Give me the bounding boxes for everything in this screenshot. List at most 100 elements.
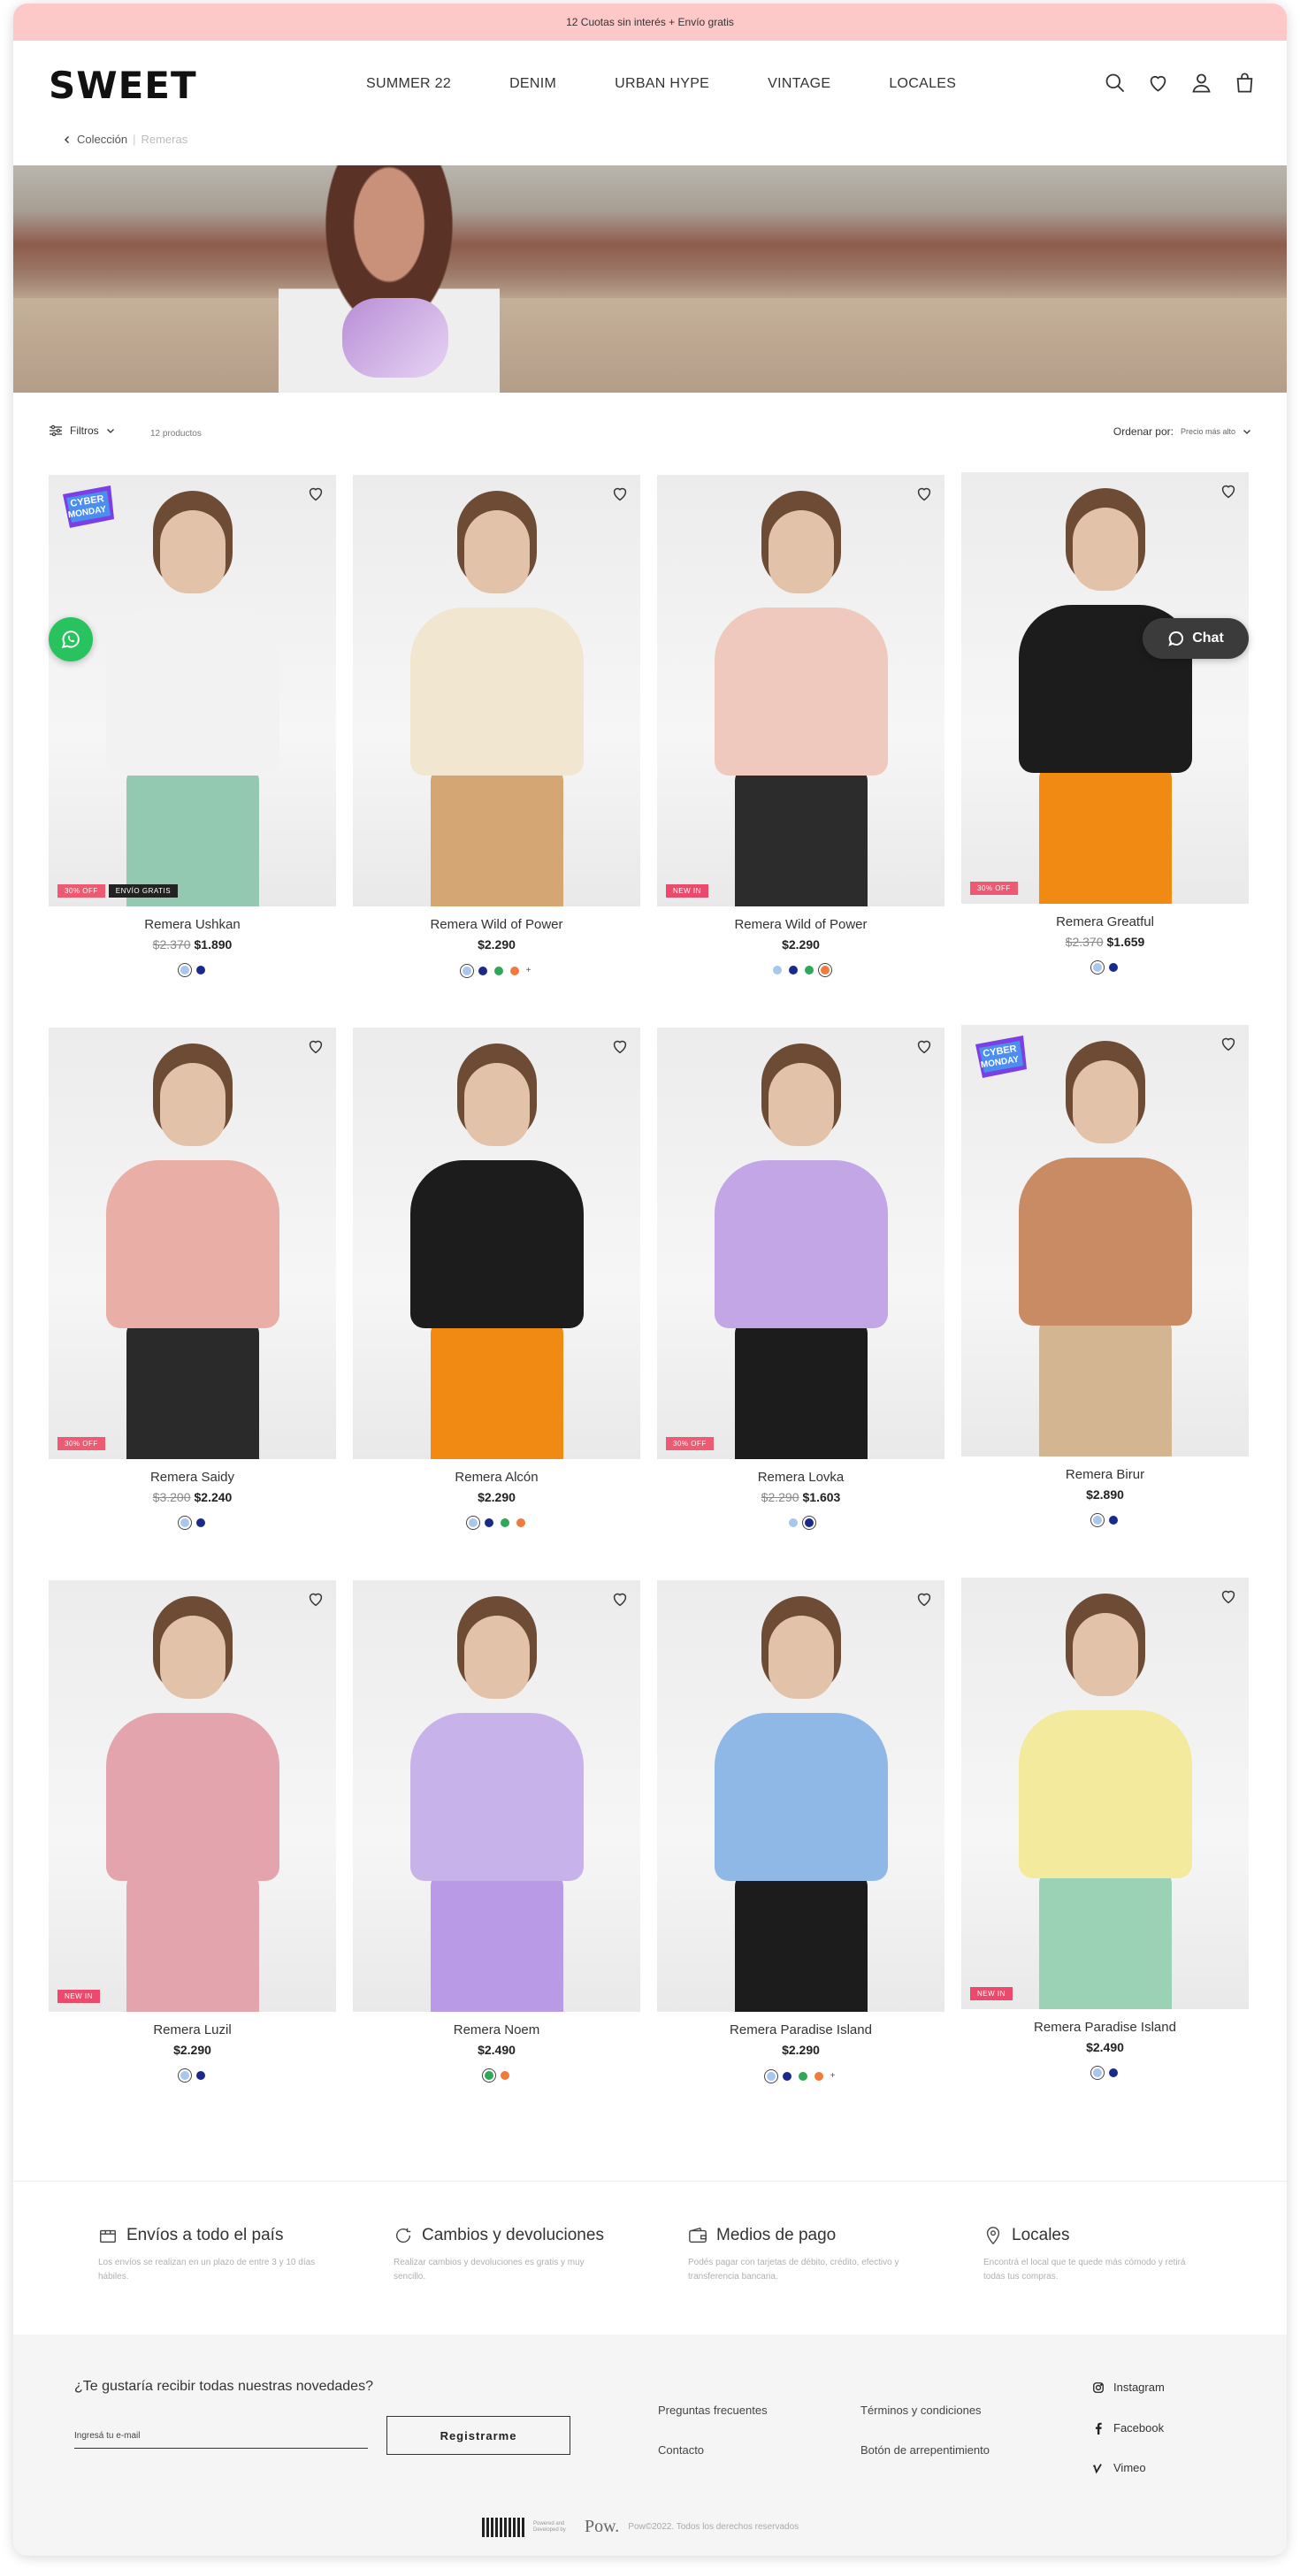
nav-urban-hype[interactable]: URBAN HYPE <box>615 76 709 92</box>
color-swatch[interactable] <box>1092 2068 1102 2077</box>
color-swatch[interactable] <box>462 966 471 975</box>
product-name[interactable]: Remera Greatful <box>961 914 1249 929</box>
chat-button[interactable]: Chat <box>1143 618 1249 659</box>
product-name[interactable]: Remera Ushkan <box>49 917 336 932</box>
product-card[interactable]: Remera Paradise Island $2.290 + <box>657 1580 944 2081</box>
product-image[interactable] <box>353 475 640 906</box>
product-card[interactable]: NEW IN Remera Luzil $2.290 <box>49 1580 336 2080</box>
color-swatch[interactable] <box>1108 963 1118 972</box>
newsletter-register-button[interactable]: Registrarme <box>386 2416 570 2455</box>
wishlist-heart-icon[interactable] <box>914 1036 934 1056</box>
color-swatch[interactable] <box>1108 2068 1118 2077</box>
product-image[interactable]: 30% OFF <box>961 472 1249 904</box>
wishlist-heart-icon[interactable] <box>306 484 325 503</box>
color-swatch[interactable] <box>484 1518 493 1527</box>
wishlist-heart-icon[interactable] <box>914 484 934 503</box>
color-swatch[interactable] <box>468 1518 478 1527</box>
color-swatch[interactable] <box>814 2071 823 2081</box>
nav-denim[interactable]: DENIM <box>509 76 556 92</box>
color-swatch[interactable] <box>478 966 487 975</box>
color-swatch[interactable] <box>500 1518 509 1527</box>
product-name[interactable]: Remera Noem <box>353 2022 640 2037</box>
product-card[interactable]: Remera Alcón $2.290 <box>353 1028 640 1527</box>
more-colors[interactable]: + <box>526 966 531 975</box>
product-card[interactable]: NEW IN Remera Paradise Island $2.490 <box>961 1578 1249 2077</box>
footer-link-terms[interactable]: Términos y condiciones <box>860 2404 982 2417</box>
chevron-left-icon[interactable] <box>63 135 72 144</box>
brand-logo[interactable]: SWEET <box>49 64 197 107</box>
product-name[interactable]: Remera Wild of Power <box>353 917 640 932</box>
product-card[interactable]: 30% OFF Remera Greatful $2.370 $1.659 <box>961 472 1249 972</box>
color-swatch[interactable] <box>798 2071 807 2081</box>
pow-logo[interactable]: Pow. <box>585 2517 619 2537</box>
color-swatch[interactable] <box>500 2071 509 2080</box>
more-colors[interactable]: + <box>830 2071 836 2081</box>
product-card[interactable]: 30% OFF Remera Saidy $3.200 $2.240 <box>49 1028 336 1527</box>
wishlist-heart-icon[interactable] <box>1219 1034 1238 1053</box>
nav-vintage[interactable]: VINTAGE <box>768 76 830 92</box>
product-name[interactable]: Remera Wild of Power <box>657 917 944 932</box>
wishlist-heart-icon[interactable] <box>610 1589 630 1609</box>
color-swatch[interactable] <box>1092 963 1102 972</box>
nav-summer-22[interactable]: SUMMER 22 <box>366 76 451 92</box>
product-card[interactable]: 30% OFF Remera Lovka $2.290 $1.603 <box>657 1028 944 1527</box>
footer-link-regret[interactable]: Botón de arrepentimiento <box>860 2443 990 2457</box>
sort-dropdown[interactable]: Ordenar por: Precio más alto <box>1113 425 1251 438</box>
wishlist-heart-icon[interactable] <box>306 1036 325 1056</box>
product-name[interactable]: Remera Luzil <box>49 2022 336 2037</box>
product-image[interactable]: NEW IN <box>657 475 944 906</box>
color-swatch[interactable] <box>820 966 830 975</box>
product-card[interactable]: NEW IN Remera Wild of Power $2.290 <box>657 475 944 975</box>
product-name[interactable]: Remera Alcón <box>353 1470 640 1485</box>
color-swatch[interactable] <box>180 1518 189 1527</box>
color-swatch[interactable] <box>484 2071 493 2080</box>
product-image[interactable] <box>657 1580 944 2012</box>
color-swatch[interactable] <box>788 1518 798 1527</box>
breadcrumb-parent[interactable]: Colección <box>77 133 127 146</box>
user-icon[interactable] <box>1189 71 1213 95</box>
bag-icon[interactable] <box>1233 71 1257 95</box>
color-swatch[interactable] <box>195 966 205 975</box>
whatsapp-button[interactable] <box>49 617 93 661</box>
product-name[interactable]: Remera Paradise Island <box>657 2022 944 2037</box>
color-swatch[interactable] <box>772 966 782 975</box>
footer-link-faq[interactable]: Preguntas frecuentes <box>658 2404 768 2417</box>
product-card[interactable]: Remera Wild of Power $2.290 + <box>353 475 640 975</box>
product-card[interactable]: Remera Noem $2.490 <box>353 1580 640 2080</box>
product-name[interactable]: Remera Birur <box>961 1467 1249 1482</box>
search-icon[interactable] <box>1103 71 1127 95</box>
wishlist-heart-icon[interactable] <box>610 1036 630 1056</box>
wishlist-heart-icon[interactable] <box>1219 1586 1238 1606</box>
color-swatch[interactable] <box>516 1518 525 1527</box>
color-swatch[interactable] <box>1108 1516 1118 1525</box>
footer-link-contact[interactable]: Contacto <box>658 2443 704 2457</box>
product-image[interactable]: 30% OFF <box>657 1028 944 1459</box>
product-image[interactable] <box>353 1580 640 2012</box>
color-swatch[interactable] <box>180 966 189 975</box>
newsletter-email-input[interactable] <box>74 2424 368 2449</box>
social-instagram[interactable]: Instagram <box>1092 2381 1165 2394</box>
heart-icon[interactable] <box>1146 71 1170 95</box>
wishlist-heart-icon[interactable] <box>1219 481 1238 501</box>
social-vimeo[interactable]: Vimeo <box>1092 2461 1146 2474</box>
product-name[interactable]: Remera Saidy <box>49 1470 336 1485</box>
product-image[interactable]: 30% OFF <box>49 1028 336 1459</box>
wishlist-heart-icon[interactable] <box>914 1589 934 1609</box>
nav-locales[interactable]: LOCALES <box>889 76 956 92</box>
social-facebook[interactable]: Facebook <box>1092 2421 1164 2435</box>
product-card[interactable]: CYBER MONDAY 30% OFF ENVÍO GRATIS Remera Ush… <box>49 475 336 975</box>
color-swatch[interactable] <box>509 966 519 975</box>
color-swatch[interactable] <box>766 2071 776 2081</box>
color-swatch[interactable] <box>180 2071 189 2080</box>
color-swatch[interactable] <box>788 966 798 975</box>
color-swatch[interactable] <box>804 966 814 975</box>
product-image[interactable]: CYBER MONDAY 30% OFF ENVÍO GRATIS <box>49 475 336 906</box>
color-swatch[interactable] <box>804 1518 814 1527</box>
product-name[interactable]: Remera Lovka <box>657 1470 944 1485</box>
wishlist-heart-icon[interactable] <box>610 484 630 503</box>
color-swatch[interactable] <box>782 2071 791 2081</box>
product-image[interactable]: CYBER MONDAY <box>961 1025 1249 1456</box>
color-swatch[interactable] <box>493 966 503 975</box>
product-image[interactable]: NEW IN <box>961 1578 1249 2009</box>
wishlist-heart-icon[interactable] <box>306 1589 325 1609</box>
